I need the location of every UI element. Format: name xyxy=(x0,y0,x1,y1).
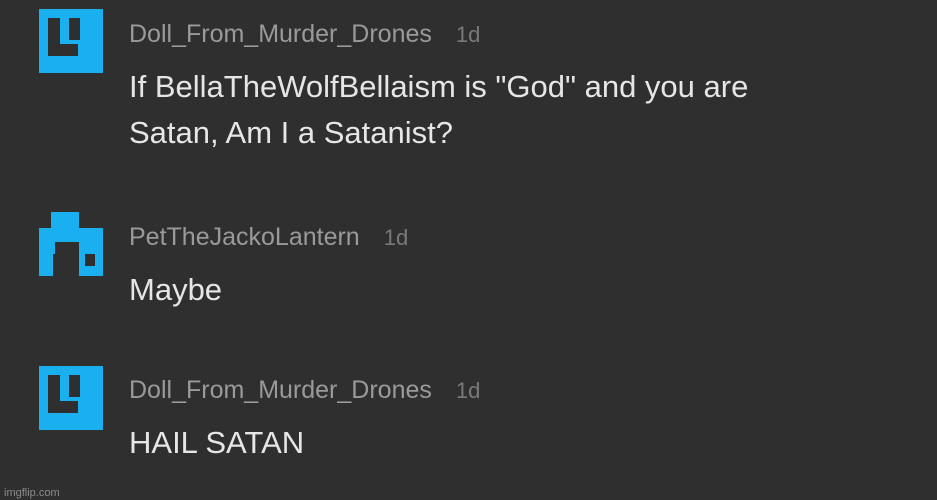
comment-text-line: If BellaTheWolfBellaism is "God" and you… xyxy=(129,69,749,104)
comment-text: Maybe xyxy=(129,267,919,313)
timestamp: 1d xyxy=(383,225,409,250)
username[interactable]: Doll_From_Murder_Drones xyxy=(129,20,432,48)
pixel-glyph-4-icon xyxy=(39,9,103,73)
timestamp: 1d xyxy=(455,378,481,403)
user-avatar[interactable] xyxy=(39,9,103,73)
pixel-glyph-4-icon xyxy=(39,366,103,430)
timestamp: 1d xyxy=(455,22,481,47)
user-avatar[interactable] xyxy=(39,212,103,276)
comment-header: Doll_From_Murder_Drones 1d xyxy=(129,19,480,50)
comment: Doll_From_Murder_Drones 1d If BellaTheWol… xyxy=(0,0,937,190)
comment-text: If BellaTheWolfBellaism is "God" and you… xyxy=(129,64,919,156)
user-avatar[interactable] xyxy=(39,366,103,430)
comment-text-line: Satan, Am I a Satanist? xyxy=(129,115,453,150)
pixel-glyph-7-icon xyxy=(39,212,103,276)
comment-text-line: HAIL SATAN xyxy=(129,425,305,460)
comment-text-line: Maybe xyxy=(129,272,223,307)
watermark: imgflip.com xyxy=(4,487,60,499)
comment-header: Doll_From_Murder_Drones 1d xyxy=(129,375,480,406)
username[interactable]: PetTheJackoLantern xyxy=(129,223,360,251)
comment: Doll_From_Murder_Drones 1d HAIL SATAN xyxy=(0,356,937,486)
username[interactable]: Doll_From_Murder_Drones xyxy=(129,376,432,404)
comment-text: HAIL SATAN xyxy=(129,420,919,466)
comment-header: PetTheJackoLantern 1d xyxy=(129,222,408,253)
comment: PetTheJackoLantern 1d Maybe xyxy=(0,200,937,330)
